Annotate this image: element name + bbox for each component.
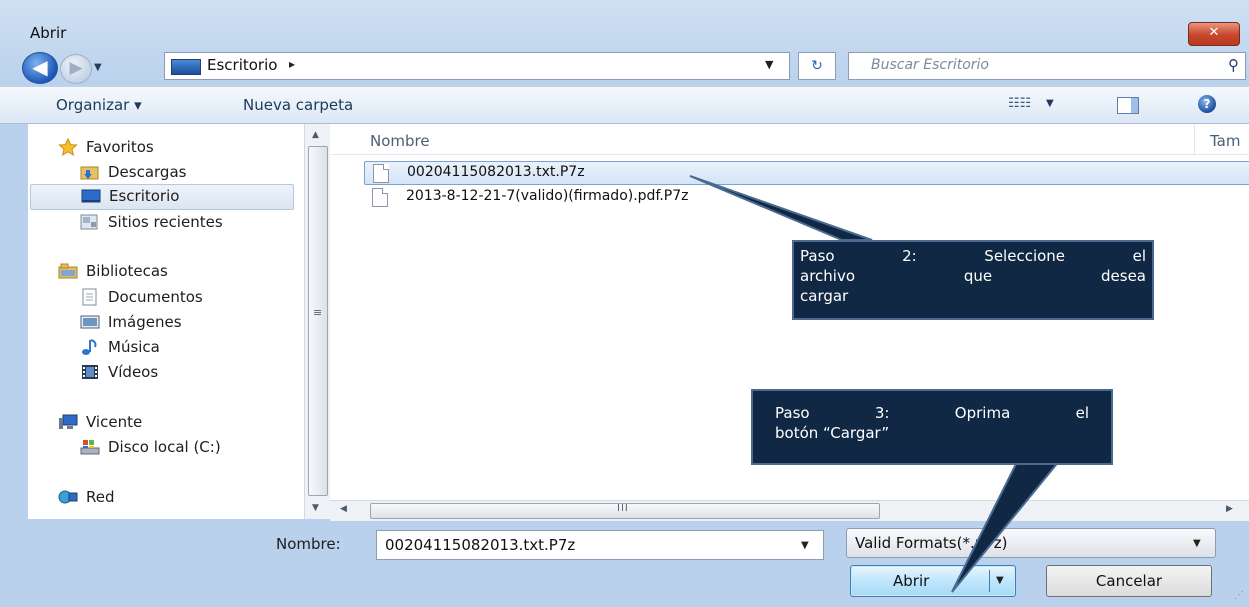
open-file-dialog: Abrir ✕ ◀ ▶ ▼ Escritorio ▸ ▼ ↻ Buscar Es… [0, 0, 1249, 607]
step2-line: archivo que desea [800, 267, 1146, 285]
step3-line: Paso 3: Oprima el [775, 404, 1089, 422]
step2-pointer [689, 175, 873, 241]
step3-line: botón “Cargar” [775, 424, 890, 442]
step2-line: cargar [800, 287, 849, 305]
step3-pointer [951, 459, 1063, 593]
step2-callout: Paso 2: Seleccione el archivo que desea … [792, 240, 1154, 320]
step2-line: Paso 2: Seleccione el [800, 247, 1146, 265]
step3-callout: Paso 3: Oprima el botón “Cargar” [751, 389, 1113, 465]
